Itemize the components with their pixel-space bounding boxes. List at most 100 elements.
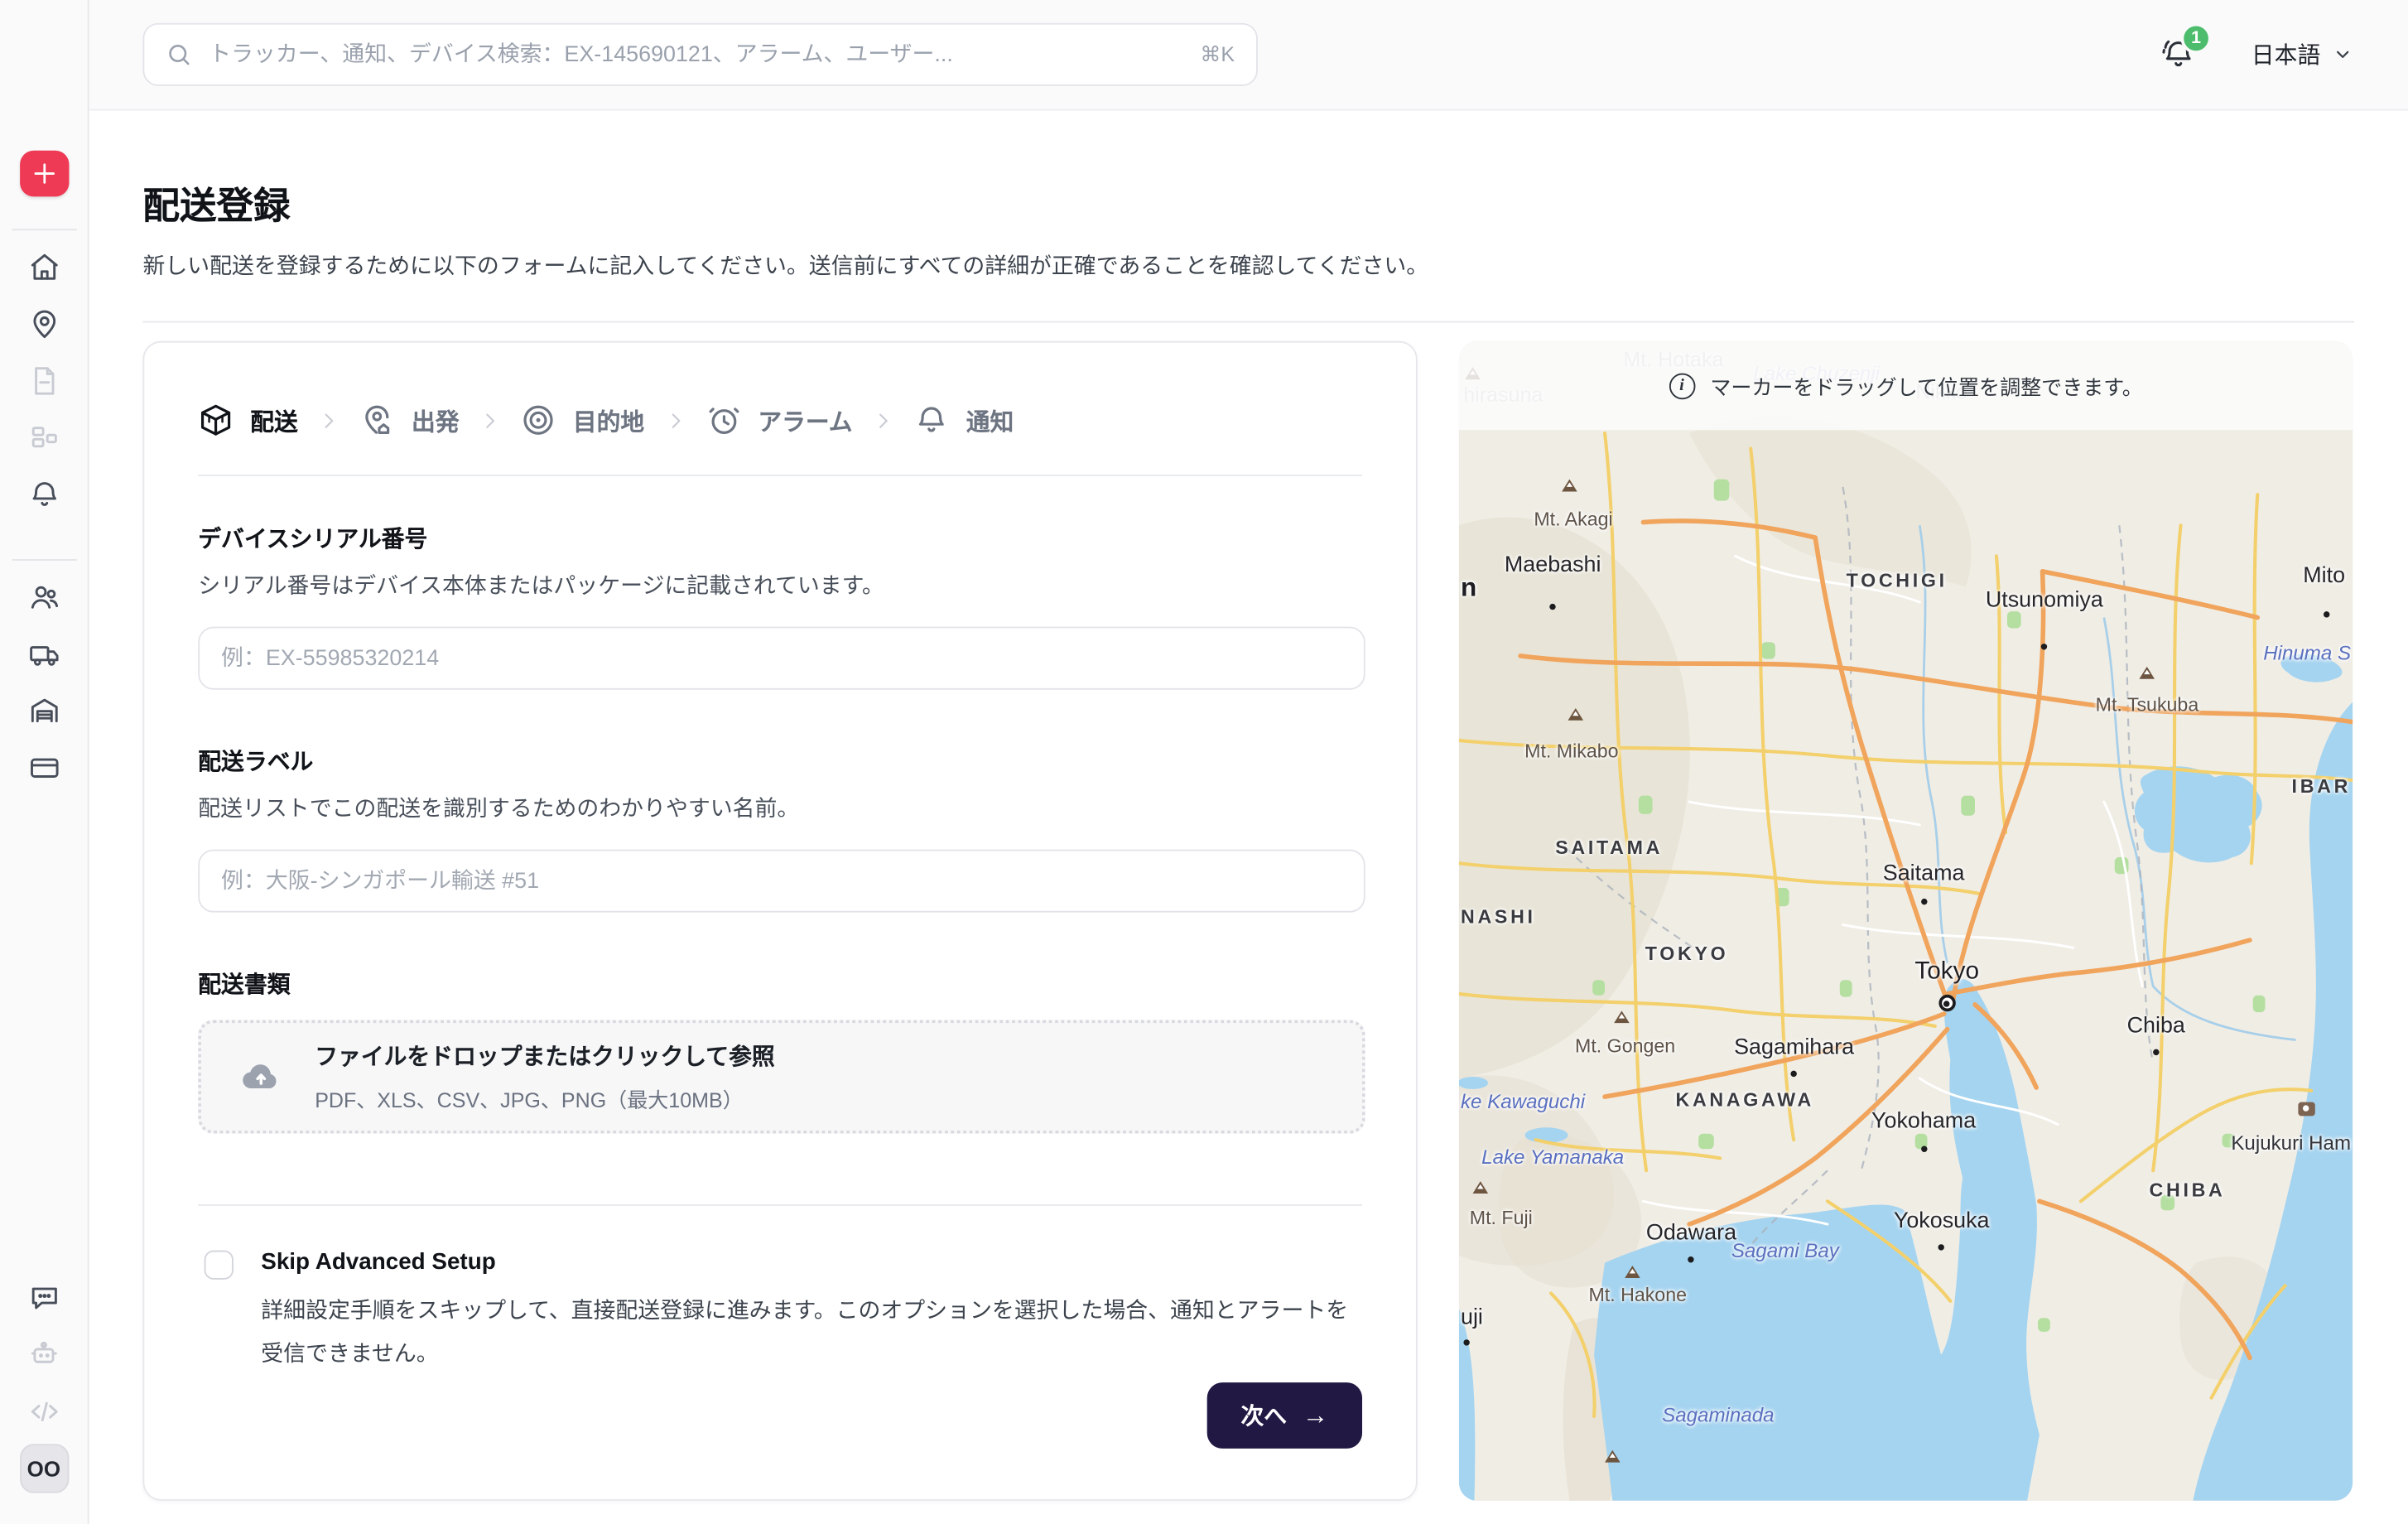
chat-bubble-icon xyxy=(26,1281,60,1323)
add-shipment-button[interactable] xyxy=(19,151,68,197)
target-icon xyxy=(521,403,556,438)
user-avatar[interactable]: OO xyxy=(19,1444,68,1493)
map-label: Mt. Akagi xyxy=(1534,508,1612,529)
mountain-icon xyxy=(1472,1181,1488,1194)
info-icon: i xyxy=(1669,373,1695,399)
arrow-right-icon: → xyxy=(1303,1402,1329,1429)
city-dot xyxy=(1688,1256,1694,1262)
mountain-icon xyxy=(1625,1265,1640,1277)
file-dropzone[interactable]: ファイルをドロップまたはクリックして参照 PDF、XLS、CSV、JPG、PNG… xyxy=(198,1020,1365,1133)
step-label: 目的地 xyxy=(573,403,644,437)
map-label: Mt. Hakone xyxy=(1588,1285,1687,1306)
map-label: Mt. Fuji xyxy=(1470,1207,1533,1228)
dropzone-title: ファイルをドロップまたはクリックして参照 xyxy=(315,1040,775,1073)
bell-icon xyxy=(26,478,60,519)
mountain-icon xyxy=(1568,708,1583,721)
sidebar-item-developer[interactable] xyxy=(15,1387,73,1444)
step-departure[interactable]: 出発 xyxy=(359,403,460,438)
page-subtitle: 新しい配送を登録するために以下のフォームに記入してください。送信前にすべての詳細… xyxy=(142,248,2408,281)
shipment-label-field-label: 配送ラベル xyxy=(198,745,1362,777)
sidebar-divider xyxy=(12,559,76,561)
city-dot xyxy=(1938,1244,1944,1250)
pin-home-icon xyxy=(359,403,395,438)
map-label: Yokosuka xyxy=(1894,1209,1990,1234)
notifications-button[interactable]: 1 xyxy=(2160,35,2199,75)
step-notification[interactable]: 通知 xyxy=(914,403,1014,438)
map-hint-text: マーカーをドラッグして位置を調整できます。 xyxy=(1710,370,2143,401)
shipment-label-input[interactable] xyxy=(198,850,1365,913)
city-dot xyxy=(2153,1049,2159,1054)
language-selector[interactable]: 日本語 xyxy=(2251,38,2353,70)
sidebar: OO xyxy=(0,0,89,1524)
map-label: Tokyo xyxy=(1914,958,1979,986)
sidebar-item-billing[interactable] xyxy=(15,744,73,801)
warehouse-icon xyxy=(26,694,60,735)
map-label: Saitama xyxy=(1883,861,1965,886)
wizard-stepper: 配送 出発 目的地 xyxy=(198,403,1362,438)
city-dot xyxy=(2041,643,2047,649)
sidebar-item-fleet[interactable] xyxy=(15,629,73,687)
map-label: SAITAMA xyxy=(1555,837,1663,859)
map-label: Mt. Gongen xyxy=(1575,1035,1675,1057)
map-label: Mt. Mikabo xyxy=(1524,740,1618,761)
city-dot xyxy=(1549,604,1555,610)
step-destination[interactable]: 目的地 xyxy=(521,403,644,438)
map-label: Yokohama xyxy=(1871,1109,1976,1134)
credit-card-icon xyxy=(26,751,60,793)
search-shortcut: ⌘K xyxy=(1200,42,1235,67)
topbar: ⌘K 1 日本語 xyxy=(89,0,2408,111)
next-button[interactable]: 次へ → xyxy=(1207,1382,1362,1449)
map-label: KANAGAWA xyxy=(1676,1088,1814,1110)
sidebar-item-notifications[interactable] xyxy=(15,470,73,528)
map-label: Utsunomiya xyxy=(1986,589,2103,614)
map-label: Odawara xyxy=(1646,1221,1736,1246)
city-dot xyxy=(1920,1146,1926,1152)
form-divider xyxy=(198,1204,1362,1206)
sidebar-item-home[interactable] xyxy=(15,243,73,300)
step-label: 配送 xyxy=(250,403,298,437)
sidebar-item-documents[interactable] xyxy=(15,356,73,413)
chevron-right-icon xyxy=(873,409,894,431)
bell-icon xyxy=(914,403,950,438)
map-label: NASHI xyxy=(1461,907,1536,928)
map-label: Sagaminada xyxy=(1662,1403,1774,1426)
map-label: Lake Yamanaka xyxy=(1481,1145,1624,1168)
chevron-right-icon xyxy=(664,409,686,431)
sidebar-item-assistant[interactable] xyxy=(15,1330,73,1387)
viewport: OO ⌘K 1 日本語 xyxy=(0,0,2408,1524)
sidebar-item-support-chat[interactable] xyxy=(15,1273,73,1330)
alarm-clock-icon xyxy=(706,403,741,438)
serial-input[interactable] xyxy=(198,627,1365,690)
location-pin-icon xyxy=(26,307,60,349)
upload-cloud-icon xyxy=(238,1054,284,1100)
truck-icon xyxy=(26,638,60,679)
map-label: TOCHIGI xyxy=(1847,569,1948,591)
package-icon xyxy=(198,403,234,438)
photo-spot-icon xyxy=(2298,1102,2314,1116)
map-hint-banner: i マーカーをドラッグして位置を調整できます。 xyxy=(1459,341,2353,431)
page-title: 配送登録 xyxy=(142,175,2408,229)
step-alarm[interactable]: アラーム xyxy=(706,403,852,438)
map-label: uji xyxy=(1461,1305,1483,1330)
language-label: 日本語 xyxy=(2251,38,2320,70)
map-panel[interactable]: hirasunaMt. HotakaLake ChuzenjiNikkoTOCH… xyxy=(1459,341,2353,1501)
map-label: ke Kawaguchi xyxy=(1461,1090,1585,1113)
map-label: Maebashi xyxy=(1505,552,1601,577)
map-label: Chiba xyxy=(2127,1014,2185,1039)
search-input[interactable] xyxy=(206,41,1187,68)
map-label: n xyxy=(1461,572,1476,603)
robot-icon xyxy=(26,1338,60,1379)
skip-advanced-checkbox[interactable] xyxy=(205,1251,234,1280)
plus-icon xyxy=(28,158,59,189)
sidebar-item-users[interactable] xyxy=(15,573,73,630)
dropzone-hint: PDF、XLS、CSV、JPG、PNG（最大10MB） xyxy=(315,1083,775,1113)
city-dot xyxy=(2323,611,2329,617)
step-shipment[interactable]: 配送 xyxy=(198,403,298,438)
sidebar-item-warehouse[interactable] xyxy=(15,687,73,744)
search-box[interactable]: ⌘K xyxy=(142,23,1257,86)
skip-advanced-label: Skip Advanced Setup xyxy=(261,1249,1366,1276)
sidebar-item-trackers[interactable] xyxy=(15,300,73,357)
sidebar-item-dashboard[interactable] xyxy=(15,413,73,470)
mountain-icon xyxy=(1562,479,1577,491)
header-divider xyxy=(142,321,2354,323)
